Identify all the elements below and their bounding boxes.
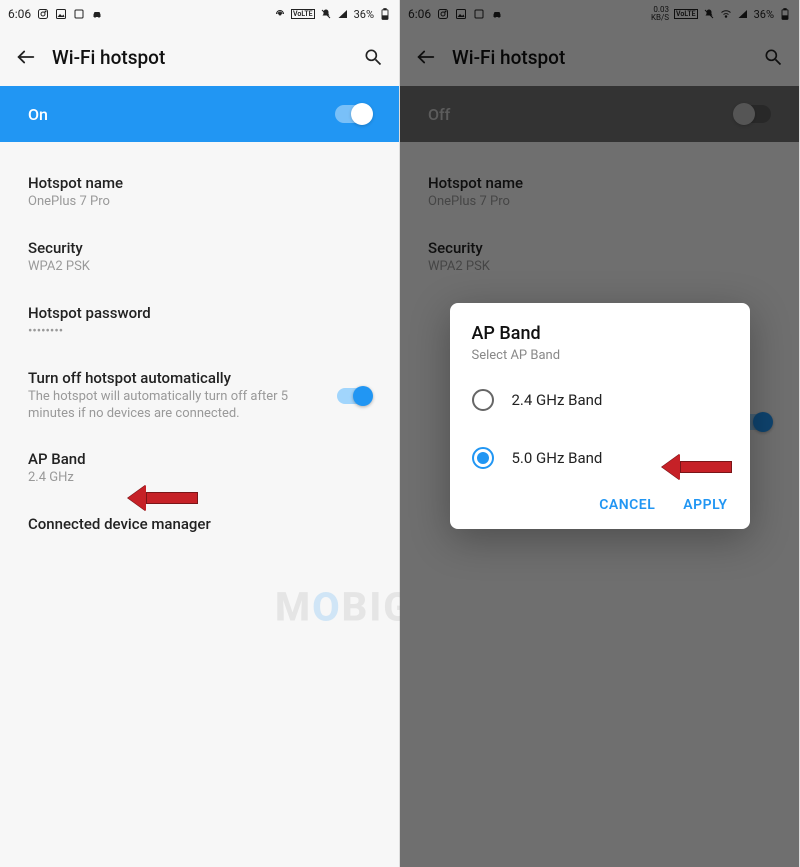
hotspot-switch[interactable]: [335, 105, 371, 123]
car-icon: [91, 8, 103, 20]
radio-button[interactable]: [472, 447, 494, 469]
setting-auto-off[interactable]: Turn off hotspot automatically The hotsp…: [0, 355, 399, 437]
app-header: Wi-Fi hotspot: [0, 28, 399, 86]
battery-icon: [779, 8, 791, 20]
bell-off-icon: [320, 8, 332, 20]
auto-off-switch[interactable]: [337, 388, 371, 404]
radio-label: 2.4 GHz Band: [512, 391, 603, 409]
setting-title: Hotspot name: [428, 174, 771, 192]
battery-pct: 36%: [354, 8, 374, 21]
status-time: 6:06: [8, 7, 31, 21]
search-button[interactable]: [759, 43, 787, 71]
setting-hotspot-name[interactable]: Hotspot name OnePlus 7 Pro: [0, 160, 399, 225]
setting-title: Hotspot name: [28, 174, 371, 192]
setting-value: OnePlus 7 Pro: [428, 194, 771, 211]
screenshot-icon: [73, 8, 85, 20]
bell-off-icon: [703, 8, 715, 20]
screen-right: 6:06 0.03KB/S VoLTE 36% Wi-Fi hotspot: [400, 0, 800, 867]
hotspot-toggle-row[interactable]: Off: [400, 86, 799, 142]
car-icon: [491, 8, 503, 20]
setting-ap-band[interactable]: AP Band 2.4 GHz: [0, 436, 399, 501]
signal-icon: [337, 8, 349, 20]
setting-security[interactable]: Security WPA2 PSK: [0, 225, 399, 290]
setting-hotspot-name[interactable]: Hotspot name OnePlus 7 Pro: [400, 160, 799, 225]
setting-value: WPA2 PSK: [28, 259, 371, 276]
annotation-arrow: [662, 454, 732, 480]
setting-title: Turn off hotspot automatically: [28, 369, 337, 387]
settings-list: Hotspot name OnePlus 7 Pro Security WPA2…: [0, 142, 399, 565]
radio-button[interactable]: [472, 389, 494, 411]
hotspot-switch[interactable]: [735, 105, 771, 123]
dialog-subtitle: Select AP Band: [450, 344, 750, 371]
cancel-button[interactable]: CANCEL: [599, 497, 655, 513]
setting-title: AP Band: [28, 450, 371, 468]
back-button[interactable]: [412, 43, 440, 71]
screenshot-icon: [473, 8, 485, 20]
setting-security[interactable]: Security WPA2 PSK: [400, 225, 799, 290]
radio-option-24ghz[interactable]: 2.4 GHz Band: [450, 371, 750, 429]
battery-icon: [379, 8, 391, 20]
data-speed: 0.03KB/S: [651, 6, 669, 22]
instagram-icon: [37, 8, 49, 20]
radio-label: 5.0 GHz Band: [512, 449, 603, 467]
picture-icon: [55, 8, 67, 20]
setting-value: 2.4 GHz: [28, 470, 371, 487]
hotspot-icon: [274, 8, 286, 20]
picture-icon: [455, 8, 467, 20]
hotspot-toggle-row[interactable]: On: [0, 86, 399, 142]
signal-icon: [737, 8, 749, 20]
ap-band-dialog: AP Band Select AP Band 2.4 GHz Band 5.0 …: [450, 303, 750, 529]
page-title: Wi-Fi hotspot: [52, 46, 165, 69]
toggle-state-label: Off: [428, 105, 450, 124]
battery-pct: 36%: [754, 8, 774, 21]
dialog-title: AP Band: [450, 323, 750, 344]
volte-icon: VoLTE: [291, 9, 315, 19]
volte-icon: VoLTE: [674, 9, 698, 19]
setting-title: Hotspot password: [28, 304, 371, 322]
apply-button[interactable]: APPLY: [683, 497, 727, 513]
page-title: Wi-Fi hotspot: [452, 46, 565, 69]
setting-title: Security: [428, 239, 771, 257]
search-button[interactable]: [359, 43, 387, 71]
wifi-icon: [720, 8, 732, 20]
setting-value: OnePlus 7 Pro: [28, 194, 371, 211]
status-time: 6:06: [408, 7, 431, 21]
statusbar: 6:06 VoLTE 36%: [0, 0, 399, 28]
app-header: Wi-Fi hotspot: [400, 28, 799, 86]
statusbar: 6:06 0.03KB/S VoLTE 36%: [400, 0, 799, 28]
screen-left: 6:06 VoLTE 36% Wi-Fi hotspot On: [0, 0, 400, 867]
annotation-arrow: [128, 485, 198, 511]
setting-value: ••••••••: [28, 324, 371, 341]
instagram-icon: [437, 8, 449, 20]
setting-title: Connected device manager: [28, 515, 371, 533]
back-button[interactable]: [12, 43, 40, 71]
toggle-state-label: On: [28, 105, 48, 124]
setting-value: WPA2 PSK: [428, 259, 771, 276]
setting-connected-devices[interactable]: Connected device manager: [0, 501, 399, 547]
setting-title: Security: [28, 239, 371, 257]
setting-desc: The hotspot will automatically turn off …: [28, 389, 337, 423]
setting-password[interactable]: Hotspot password ••••••••: [0, 290, 399, 355]
